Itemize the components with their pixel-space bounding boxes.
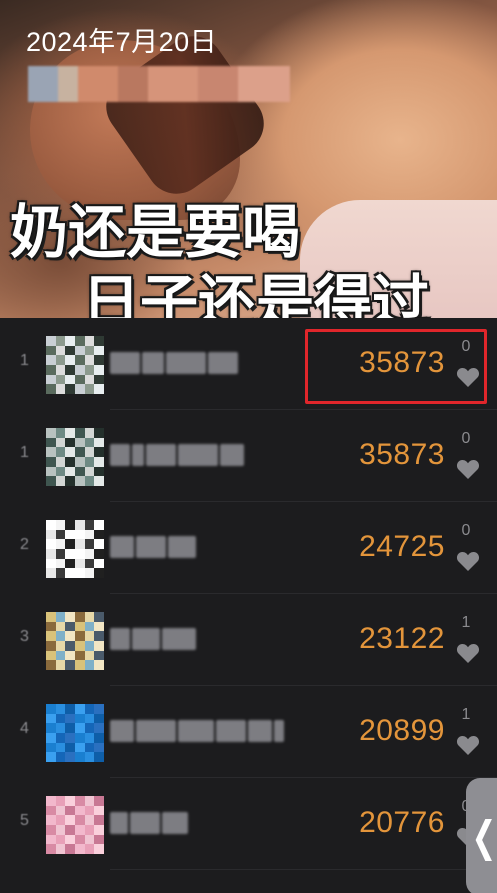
step-score: 24725 [359,530,445,563]
like-count: 0 [461,522,471,539]
heart-icon[interactable] [456,642,480,664]
step-score: 20899 [359,714,445,747]
leaderboard-row[interactable]: 5207760 [0,778,497,870]
avatar[interactable] [46,520,104,578]
heart-icon[interactable] [456,458,480,480]
avatar[interactable] [46,612,104,670]
row-divider [110,869,497,870]
leaderboard-row[interactable]: 4 20899 1 [0,686,497,778]
leaderboard-row[interactable]: 2 24725 0 [0,502,497,594]
leaderboard-row[interactable]: 1 35873 0 [0,410,497,502]
step-score: 23122 [359,622,445,655]
rank-number: 3 [20,628,29,645]
header-photo: 2024年7月20日 奶还是要喝 日子还是得过 [0,0,497,318]
blurred-username [110,628,198,650]
avatar[interactable] [46,336,104,394]
leaderboard-list: 1 35873 0 1 35873 0 2 24725 0 3 23122 1 4 20899 1 5 2077… [0,318,497,893]
avatar[interactable] [46,796,104,854]
caption-line-2: 日子还是得过 [82,270,431,318]
heart-icon[interactable] [456,550,480,572]
blurred-username [110,352,240,374]
blurred-username [28,66,290,102]
avatar[interactable] [46,428,104,486]
step-score: 35873 [359,438,445,471]
blurred-username [110,812,190,834]
rank-number: 1 [20,352,29,369]
avatar[interactable] [46,704,104,762]
rank-number: 4 [20,720,29,737]
post-date: 2024年7月20日 [26,27,218,57]
rank-number: 5 [20,812,29,829]
caption-line-1: 奶还是要喝 [10,200,301,265]
leaderboard-row[interactable]: 1 35873 0 [0,318,497,410]
heart-icon[interactable] [456,366,480,388]
heart-icon[interactable] [456,734,480,756]
like-count: 0 [461,338,471,355]
step-score: 35873 [359,346,445,379]
blurred-username [110,444,246,466]
step-score: 20776 [359,806,445,839]
chevron-left-icon: ❮ [471,813,497,861]
blurred-username [110,536,198,558]
side-collapse-tab[interactable]: ❮ [466,778,497,893]
like-count: 1 [461,706,471,723]
blurred-username [110,720,286,742]
like-count: 1 [461,614,471,631]
rank-number: 2 [20,536,29,553]
leaderboard-row[interactable]: 3 23122 1 [0,594,497,686]
meme-caption: 奶还是要喝 日子还是得过 [10,198,430,318]
like-count: 0 [461,430,471,447]
rank-number: 1 [20,444,29,461]
